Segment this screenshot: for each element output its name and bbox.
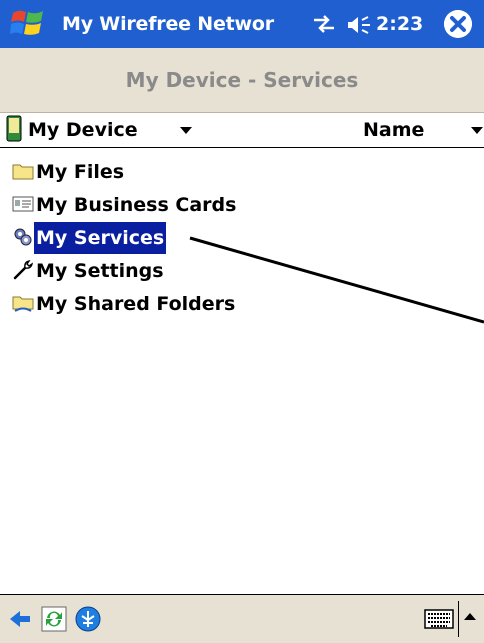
toolbar-divider <box>458 601 459 637</box>
keyboard-icon[interactable] <box>424 609 454 629</box>
chevron-down-icon <box>471 127 483 134</box>
services-gears-icon <box>14 228 32 246</box>
network-globe-icon[interactable] <box>74 605 102 633</box>
folder-icon <box>12 164 34 180</box>
list-item-label: My Services <box>34 222 167 254</box>
connectivity-icon[interactable] <box>312 13 336 35</box>
list-item-label: My Business Cards <box>36 194 237 216</box>
windows-flag-icon[interactable] <box>10 7 46 41</box>
app-title: My Wirefree Networ <box>62 13 274 35</box>
close-icon[interactable] <box>444 10 472 38</box>
title-bar: My Wirefree Networ 2:23 <box>0 0 484 48</box>
clock[interactable]: 2:23 <box>376 0 423 48</box>
location-dropdown[interactable]: My Device <box>0 113 200 147</box>
folder-list: My Files My Business Cards My Services M… <box>0 148 484 594</box>
list-item-label: My Settings <box>36 260 164 282</box>
business-card-icon <box>12 196 34 212</box>
sort-label: Name <box>363 119 425 141</box>
list-item-label: My Shared Folders <box>36 293 236 315</box>
sync-icon[interactable] <box>40 605 68 633</box>
wrench-icon <box>13 259 34 280</box>
back-arrow-icon[interactable] <box>6 605 34 633</box>
location-label: My Device <box>28 119 138 141</box>
bottom-toolbar <box>0 594 484 643</box>
header-row: My Device Name <box>0 113 484 148</box>
chevron-up-icon[interactable] <box>464 613 476 620</box>
sort-dropdown[interactable]: Name <box>355 113 484 147</box>
list-item-label: My Files <box>36 161 125 183</box>
page-title: My Device - Services <box>125 68 359 92</box>
shared-folder-icon <box>12 296 34 312</box>
speaker-icon[interactable] <box>346 14 372 36</box>
chevron-down-icon <box>180 127 192 134</box>
caption-bar: My Device - Services <box>0 48 484 113</box>
